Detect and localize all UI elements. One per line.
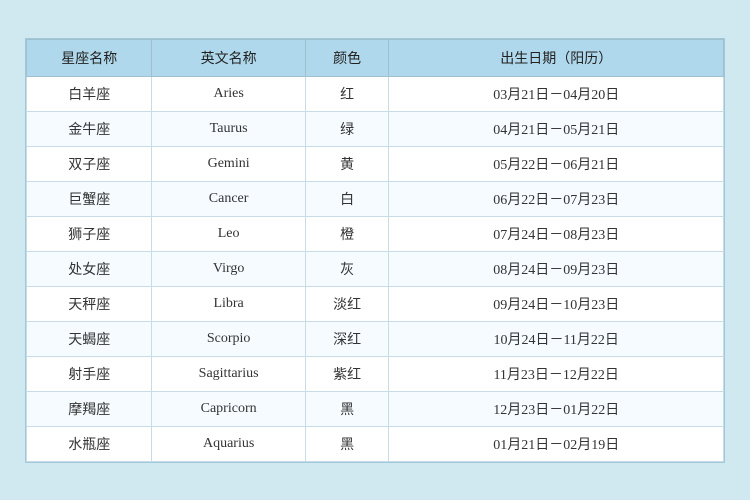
cell-date: 08月24日－09月23日 (389, 251, 724, 286)
header-color: 颜色 (305, 39, 389, 76)
cell-date: 03月21日－04月20日 (389, 76, 724, 111)
cell-date: 05月22日－06月21日 (389, 146, 724, 181)
cell-zh: 处女座 (27, 251, 152, 286)
cell-date: 09月24日－10月23日 (389, 286, 724, 321)
cell-en: Capricorn (152, 391, 305, 426)
cell-zh: 双子座 (27, 146, 152, 181)
cell-zh: 天蝎座 (27, 321, 152, 356)
cell-en: Gemini (152, 146, 305, 181)
table-row: 双子座Gemini黄05月22日－06月21日 (27, 146, 724, 181)
cell-en: Scorpio (152, 321, 305, 356)
cell-en: Libra (152, 286, 305, 321)
cell-zh: 金牛座 (27, 111, 152, 146)
table-body: 白羊座Aries红03月21日－04月20日金牛座Taurus绿04月21日－0… (27, 76, 724, 461)
cell-date: 01月21日－02月19日 (389, 426, 724, 461)
table-row: 天秤座Libra淡红09月24日－10月23日 (27, 286, 724, 321)
cell-color: 红 (305, 76, 389, 111)
cell-en: Aries (152, 76, 305, 111)
header-en: 英文名称 (152, 39, 305, 76)
table-row: 水瓶座Aquarius黑01月21日－02月19日 (27, 426, 724, 461)
cell-zh: 摩羯座 (27, 391, 152, 426)
cell-date: 06月22日－07月23日 (389, 181, 724, 216)
cell-zh: 天秤座 (27, 286, 152, 321)
cell-zh: 射手座 (27, 356, 152, 391)
table-row: 金牛座Taurus绿04月21日－05月21日 (27, 111, 724, 146)
cell-color: 深红 (305, 321, 389, 356)
cell-zh: 狮子座 (27, 216, 152, 251)
cell-zh: 水瓶座 (27, 426, 152, 461)
cell-en: Virgo (152, 251, 305, 286)
cell-en: Leo (152, 216, 305, 251)
cell-color: 黑 (305, 391, 389, 426)
cell-en: Aquarius (152, 426, 305, 461)
table-row: 摩羯座Capricorn黑12月23日－01月22日 (27, 391, 724, 426)
cell-color: 紫红 (305, 356, 389, 391)
cell-color: 黑 (305, 426, 389, 461)
cell-color: 白 (305, 181, 389, 216)
cell-color: 绿 (305, 111, 389, 146)
cell-color: 橙 (305, 216, 389, 251)
cell-en: Sagittarius (152, 356, 305, 391)
cell-date: 04月21日－05月21日 (389, 111, 724, 146)
zodiac-table: 星座名称 英文名称 颜色 出生日期（阳历） 白羊座Aries红03月21日－04… (26, 39, 724, 462)
table-row: 巨蟹座Cancer白06月22日－07月23日 (27, 181, 724, 216)
table-header-row: 星座名称 英文名称 颜色 出生日期（阳历） (27, 39, 724, 76)
cell-color: 淡红 (305, 286, 389, 321)
header-zh: 星座名称 (27, 39, 152, 76)
cell-date: 12月23日－01月22日 (389, 391, 724, 426)
cell-date: 11月23日－12月22日 (389, 356, 724, 391)
cell-en: Taurus (152, 111, 305, 146)
cell-zh: 白羊座 (27, 76, 152, 111)
table-row: 白羊座Aries红03月21日－04月20日 (27, 76, 724, 111)
table-row: 处女座Virgo灰08月24日－09月23日 (27, 251, 724, 286)
cell-zh: 巨蟹座 (27, 181, 152, 216)
header-date: 出生日期（阳历） (389, 39, 724, 76)
cell-date: 07月24日－08月23日 (389, 216, 724, 251)
table-row: 射手座Sagittarius紫红11月23日－12月22日 (27, 356, 724, 391)
table-row: 狮子座Leo橙07月24日－08月23日 (27, 216, 724, 251)
table-row: 天蝎座Scorpio深红10月24日－11月22日 (27, 321, 724, 356)
cell-color: 灰 (305, 251, 389, 286)
cell-color: 黄 (305, 146, 389, 181)
cell-date: 10月24日－11月22日 (389, 321, 724, 356)
cell-en: Cancer (152, 181, 305, 216)
zodiac-table-container: 星座名称 英文名称 颜色 出生日期（阳历） 白羊座Aries红03月21日－04… (25, 38, 725, 463)
